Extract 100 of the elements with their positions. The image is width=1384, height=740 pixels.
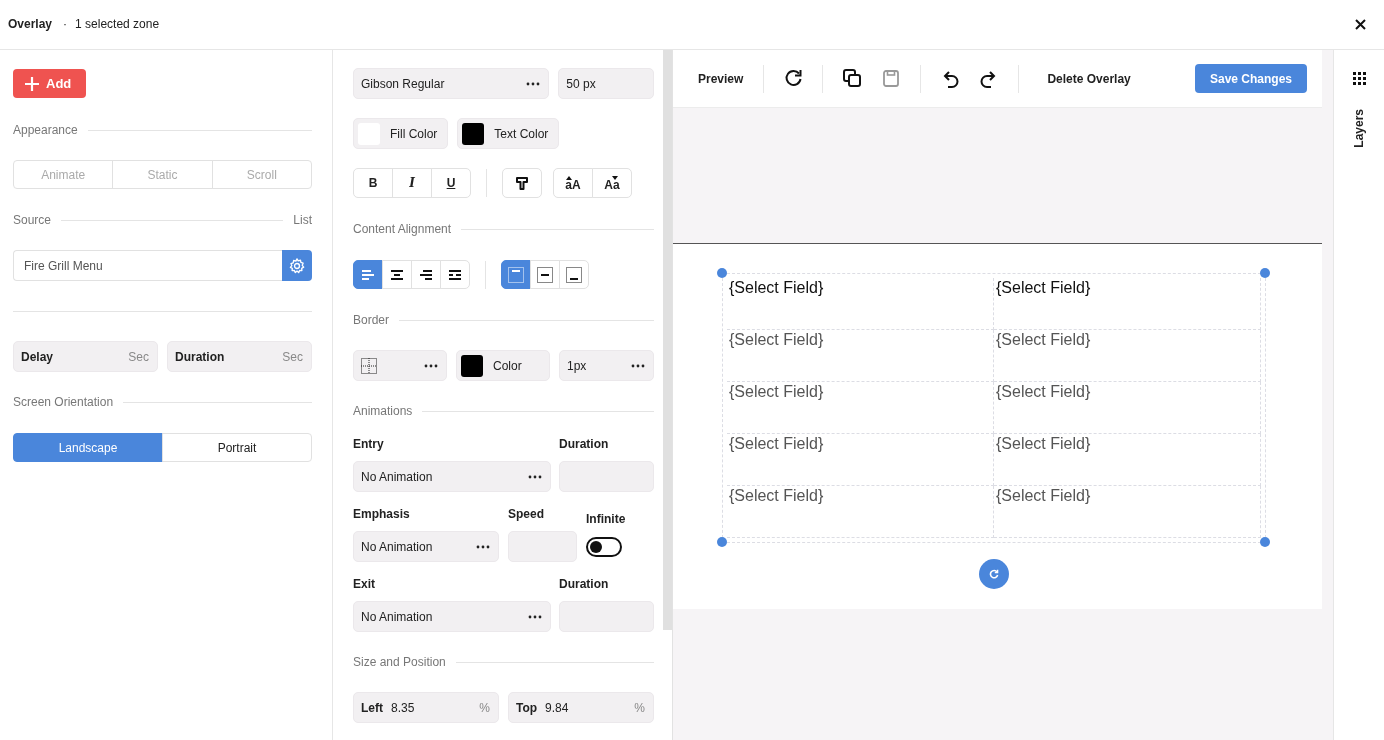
field-value: 9.84 xyxy=(545,700,569,715)
bold-button[interactable]: B xyxy=(353,168,393,198)
color-picker-button[interactable]: Text Color xyxy=(457,118,560,149)
table-cell: {Select Field} xyxy=(727,278,994,330)
copy-icon xyxy=(843,69,862,88)
valign-bottom-button[interactable] xyxy=(559,260,589,289)
refresh-button[interactable] xyxy=(784,69,803,88)
more-icon xyxy=(528,614,542,619)
valign-middle-button[interactable] xyxy=(530,260,560,289)
field-label: Delay xyxy=(21,349,54,364)
scrollbar[interactable] xyxy=(663,50,672,630)
rotate-handle[interactable] xyxy=(979,559,1009,589)
field-label: Left xyxy=(361,700,383,715)
table-cell: {Select Field} xyxy=(994,434,1261,486)
table-cell: {Select Field} xyxy=(994,278,1261,330)
align-right-icon xyxy=(420,269,432,280)
section-heading: Screen Orientation xyxy=(13,395,114,409)
undo-button[interactable] xyxy=(941,69,960,88)
emphasis-animation-dropdown[interactable]: No Animation xyxy=(353,531,499,562)
valign-top-icon xyxy=(508,266,524,283)
section-heading: Source xyxy=(13,213,52,227)
save-button[interactable]: Save Changes xyxy=(1195,64,1307,93)
layers-tab[interactable]: Layers xyxy=(1352,109,1366,148)
resize-handle[interactable] xyxy=(1260,268,1270,278)
table-cell: {Select Field} xyxy=(994,330,1261,382)
rotate-icon xyxy=(989,569,999,579)
undo-icon xyxy=(941,69,960,88)
resize-handle[interactable] xyxy=(717,268,727,278)
timing-field[interactable]: Duration Sec xyxy=(167,341,312,372)
border-grid-icon xyxy=(361,357,377,374)
valign-top-button[interactable] xyxy=(501,260,531,289)
border-color-button[interactable]: Color xyxy=(456,350,550,381)
color-picker-button[interactable]: Fill Color xyxy=(353,118,449,149)
exit-animation-dropdown[interactable]: No Animation xyxy=(353,601,551,632)
italic-button[interactable]: I xyxy=(392,168,432,198)
source-settings-button[interactable] xyxy=(282,250,312,281)
align-center-button[interactable] xyxy=(382,260,412,289)
entry-animation-dropdown[interactable]: No Animation xyxy=(353,461,551,492)
field-label: Duration xyxy=(559,436,610,452)
valign-middle-icon xyxy=(537,266,553,283)
table-cell: {Select Field} xyxy=(994,486,1261,538)
clipboard-icon xyxy=(882,69,901,88)
align-left-icon xyxy=(362,269,374,280)
table-cell: {Select Field} xyxy=(994,382,1261,434)
field-label: Emphasis xyxy=(353,506,411,522)
field-label: Speed xyxy=(508,506,545,522)
delete-overlay-button[interactable]: Delete Overlay xyxy=(1047,71,1131,86)
field-label: Duration xyxy=(559,576,610,592)
more-icon xyxy=(631,363,645,368)
grid-menu-button[interactable] xyxy=(1352,72,1366,85)
timing-field[interactable]: Delay Sec xyxy=(13,341,158,372)
font-family-dropdown[interactable]: Gibson Regular xyxy=(353,68,550,99)
field-label: Duration xyxy=(175,349,225,364)
position-field[interactable]: Top 9.84 % xyxy=(508,692,654,723)
caret-down-icon xyxy=(612,175,618,180)
settings-icon xyxy=(288,256,306,275)
field-value: 8.35 xyxy=(391,700,415,715)
border-width-dropdown[interactable]: 1px xyxy=(559,350,654,381)
field-label: Exit xyxy=(353,576,376,592)
title-separator: · xyxy=(63,17,68,31)
position-field[interactable]: Left 8.35 % xyxy=(353,692,499,723)
align-center-icon xyxy=(391,269,403,280)
selection-summary: 1 selected zone xyxy=(75,17,160,31)
lowercase-button[interactable]: Aa xyxy=(592,168,632,198)
section-heading: Content Alignment xyxy=(353,222,452,236)
more-icon xyxy=(476,544,490,549)
section-heading: Animations xyxy=(353,404,413,418)
underline-button[interactable]: U xyxy=(431,168,471,198)
section-heading: Size and Position xyxy=(353,655,446,669)
field-label: Top xyxy=(516,700,538,715)
orientation-option[interactable]: Portrait xyxy=(162,433,312,462)
unit-label: Sec xyxy=(282,349,303,364)
align-justify-button[interactable] xyxy=(440,260,470,289)
border-style-dropdown[interactable] xyxy=(353,350,447,381)
table-cell: {Select Field} xyxy=(727,330,994,382)
section-heading: Appearance xyxy=(13,123,78,137)
uppercase-button[interactable]: aA xyxy=(553,168,593,198)
plus-icon xyxy=(25,76,39,91)
field-label: Infinite xyxy=(586,511,627,527)
infinite-toggle[interactable] xyxy=(586,536,622,557)
refresh-icon xyxy=(784,69,803,88)
close-icon xyxy=(1355,18,1366,30)
font-size-field[interactable]: 50 px xyxy=(558,68,654,99)
source-type-label: List xyxy=(293,213,312,227)
preview-button[interactable]: Preview xyxy=(698,71,744,86)
window-title: Overlay xyxy=(8,17,53,31)
selection-frame[interactable]: {Select Field} {Select Field} {Select Field} {Select Field} {Select Field} {Select Field} {Select Field} {Select Field} {Select Field} {Select Field} xyxy=(722,273,1266,543)
align-left-button[interactable] xyxy=(353,260,383,289)
table-cell: {Select Field} xyxy=(727,434,994,486)
resize-handle[interactable] xyxy=(717,537,727,547)
table-cell: {Select Field} xyxy=(727,382,994,434)
align-right-button[interactable] xyxy=(411,260,441,289)
align-justify-icon xyxy=(449,269,461,280)
orientation-option[interactable]: Landscape xyxy=(13,433,163,462)
source-field[interactable]: Fire Grill Menu xyxy=(13,250,282,281)
copy-button[interactable] xyxy=(843,69,862,88)
format-painter-button[interactable] xyxy=(502,168,542,198)
unit-label: % xyxy=(479,700,490,715)
resize-handle[interactable] xyxy=(1260,537,1270,547)
caret-up-icon xyxy=(566,175,572,180)
